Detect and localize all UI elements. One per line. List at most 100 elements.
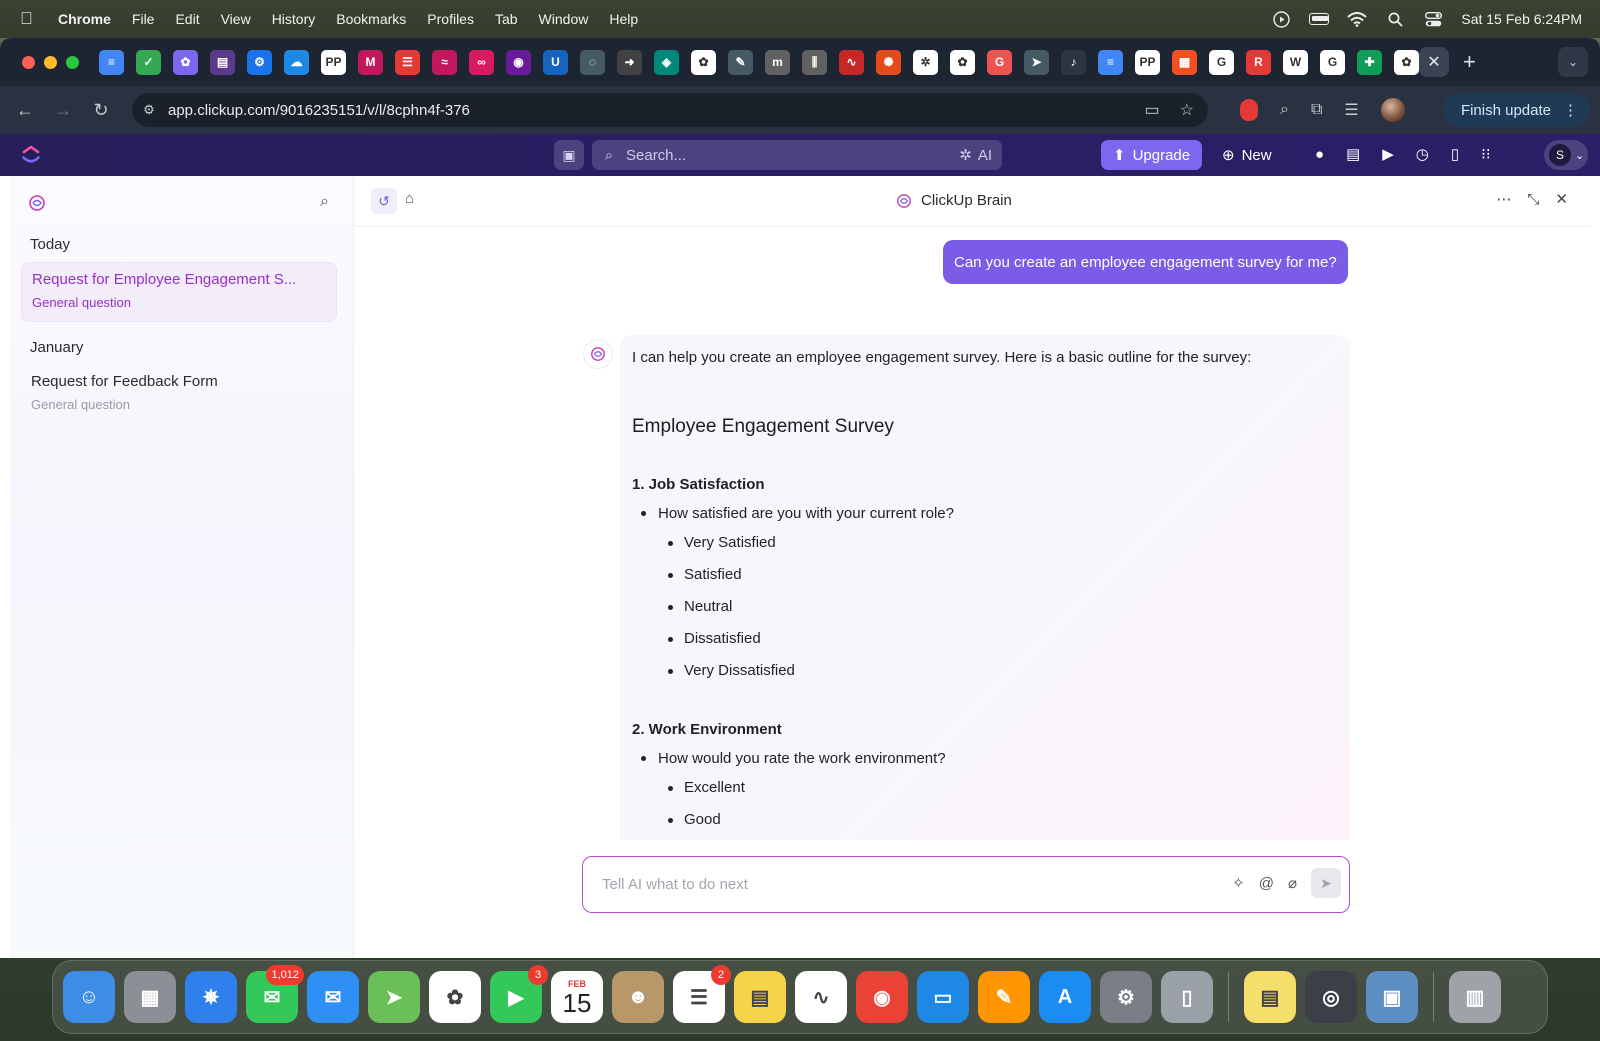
openai-icon[interactable]: ✲	[913, 49, 938, 75]
clickup-icon[interactable]: ✿	[173, 49, 198, 75]
wifi-icon[interactable]	[1347, 11, 1368, 27]
battery-icon[interactable]	[1309, 11, 1330, 27]
finish-update-button[interactable]: Finish update ⋮	[1442, 93, 1590, 127]
menu-help[interactable]: Help	[609, 11, 638, 27]
stickies-icon[interactable]: ▤	[1244, 971, 1296, 1023]
m-icon[interactable]: M	[358, 49, 383, 75]
menu-profiles[interactable]: Profiles	[427, 11, 474, 27]
minimize-window-button[interactable]	[44, 55, 57, 69]
safari-icon[interactable]: ✵	[185, 971, 237, 1023]
close-icon[interactable]: ✕	[1555, 190, 1568, 208]
facetime-icon[interactable]: ▶ 3	[490, 965, 548, 1023]
wikipedia-icon[interactable]: W	[1283, 49, 1308, 75]
upgrade-button[interactable]: ⬆ Upgrade	[1101, 140, 1203, 170]
finder-icon[interactable]: ☺	[63, 971, 115, 1023]
gear-icon[interactable]: ⚙	[247, 49, 272, 75]
sheets-icon[interactable]: ✚	[1357, 49, 1382, 75]
pencil-icon[interactable]: ✎	[728, 49, 753, 75]
ring-icon[interactable]: ◌	[580, 49, 605, 75]
send-icon[interactable]: ➤	[1024, 49, 1049, 75]
apps-grid-icon[interactable]: ⁝⁝	[1481, 145, 1491, 163]
new-tab-plus-icon[interactable]: +	[1463, 49, 1476, 75]
menu-view[interactable]: View	[221, 11, 251, 27]
circle-icon[interactable]: ◉	[506, 49, 531, 75]
clickup-icon[interactable]: ✿	[950, 49, 975, 75]
microsoft-icon[interactable]: ▦	[1172, 49, 1197, 75]
new-button[interactable]: ⊕ New	[1222, 140, 1272, 170]
link-icon[interactable]: ∞	[469, 49, 494, 75]
shield-icon[interactable]: ◈	[654, 49, 679, 75]
maps-icon[interactable]: ➤	[368, 971, 420, 1023]
g-icon[interactable]: G	[987, 49, 1012, 75]
sidebar-search-icon[interactable]: ⌕	[320, 193, 329, 211]
clickup-search-bar[interactable]: ⌕ Search... ✲ AI	[592, 140, 1002, 170]
r-icon[interactable]: R	[1246, 49, 1271, 75]
url-text[interactable]: app.clickup.com/9016235151/v/l/8cphn4f-3…	[168, 102, 470, 119]
play-icon[interactable]	[1271, 10, 1291, 28]
zoom-magnifier-icon[interactable]: ⌕	[1280, 101, 1289, 119]
history-item-employee-survey[interactable]: Request for Employee Engagement S... Gen…	[21, 262, 337, 322]
app-icon[interactable]: ▤	[210, 49, 235, 75]
reading-list-icon[interactable]: ☰	[1344, 100, 1358, 120]
ai-prompt-input[interactable]	[602, 876, 1162, 893]
app-store-icon[interactable]: A	[1039, 971, 1091, 1023]
alarm-clock-icon[interactable]: ◷	[1416, 145, 1429, 163]
install-app-icon[interactable]: ▭	[1145, 100, 1160, 120]
rss-icon[interactable]: ≈	[432, 49, 457, 75]
system-settings-icon[interactable]: ⚙	[1100, 971, 1152, 1023]
menu-tab[interactable]: Tab	[495, 11, 518, 27]
pp-icon[interactable]: PP	[1135, 49, 1160, 75]
reload-icon[interactable]: ↻	[82, 100, 120, 121]
notes-icon[interactable]: ▤	[734, 971, 786, 1023]
reminders-icon[interactable]: ☰ 2	[673, 965, 731, 1023]
photos-icon[interactable]: ✿	[429, 971, 481, 1023]
profile-avatar[interactable]	[1380, 98, 1405, 122]
freeform-icon[interactable]: ∿	[795, 971, 847, 1023]
address-bar[interactable]: ⚙ app.clickup.com/9016235151/v/l/8cphn4f…	[132, 93, 1208, 127]
stack-icon[interactable]: ☰	[395, 49, 420, 75]
tab-search-chevron-icon[interactable]: ⌄	[1558, 47, 1588, 77]
bookmark-star-icon[interactable]: ☆	[1180, 100, 1194, 120]
google-icon[interactable]: G	[1209, 49, 1234, 75]
spotlight-search-icon[interactable]	[1385, 11, 1405, 27]
keynote-icon[interactable]: ▭	[917, 971, 969, 1023]
bars-icon[interactable]: ⫼	[802, 49, 827, 75]
site-info-icon[interactable]: ⚙	[132, 102, 166, 118]
spark-icon[interactable]: ✺	[876, 49, 901, 75]
arrow-icon[interactable]: ➜	[617, 49, 642, 75]
control-center-icon[interactable]	[1423, 11, 1443, 27]
speaker-icon[interactable]: ♪	[1061, 49, 1086, 75]
user-avatar-menu[interactable]: S ⌄	[1544, 140, 1588, 170]
send-arrow-icon[interactable]: ➤	[1311, 868, 1341, 898]
extension-red-icon[interactable]	[1240, 99, 1258, 121]
docs-icon[interactable]: ≡	[1098, 49, 1123, 75]
u-icon[interactable]: U	[543, 49, 568, 75]
zoom-window-button[interactable]	[66, 55, 79, 69]
google-icon[interactable]: G	[1320, 49, 1345, 75]
notepad-icon[interactable]: ▤	[1346, 145, 1360, 163]
more-options-icon[interactable]: ⋯	[1496, 190, 1511, 208]
launchpad-icon[interactable]: ▦	[124, 971, 176, 1023]
ai-search-button[interactable]: ✲ AI	[959, 146, 992, 165]
pages-icon[interactable]: ✎	[978, 971, 1030, 1023]
doc-icon[interactable]: ▯	[1451, 145, 1459, 163]
clickup-logo-icon[interactable]	[20, 144, 42, 166]
back-arrow-icon[interactable]: ←	[6, 100, 44, 121]
menu-app-name[interactable]: Chrome	[58, 11, 111, 27]
kebab-menu-icon[interactable]: ⋮	[1563, 101, 1578, 119]
menu-bookmarks[interactable]: Bookmarks	[336, 11, 406, 27]
preview-icon[interactable]: ▣	[1366, 971, 1418, 1023]
menu-file[interactable]: File	[132, 11, 155, 27]
mention-at-icon[interactable]: @	[1259, 875, 1274, 892]
check-circle-icon[interactable]: ●	[1315, 146, 1324, 163]
video-record-icon[interactable]: ▶	[1382, 145, 1394, 163]
cloud-icon[interactable]: ☁	[284, 49, 309, 75]
extensions-puzzle-icon[interactable]: ⧉	[1311, 101, 1322, 119]
wave-icon[interactable]: ∿	[839, 49, 864, 75]
collapse-icon[interactable]: ⤡	[1527, 191, 1539, 208]
clickup-icon[interactable]: ✿	[1394, 49, 1419, 75]
mail-icon[interactable]: ✉	[307, 971, 359, 1023]
magic-sparkle-icon[interactable]: ✧	[1232, 874, 1245, 892]
iphone-mirroring-icon[interactable]: ▯	[1161, 971, 1213, 1023]
messages-icon[interactable]: ✉ 1,012	[246, 965, 304, 1023]
